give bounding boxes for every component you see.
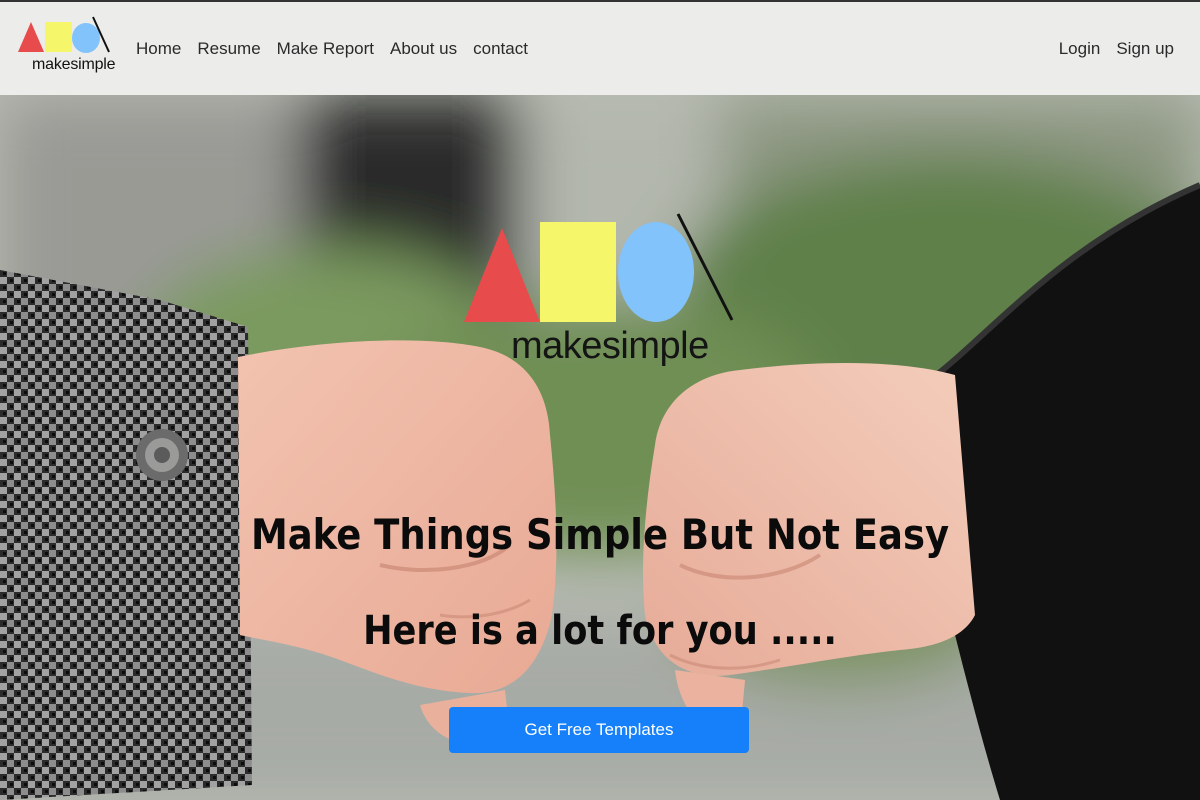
nav-make-report-link[interactable]: Make Report [269,39,382,59]
auth-links: Login Sign up [1051,39,1182,59]
nav-about-us-link[interactable]: About us [382,39,465,59]
get-free-templates-button[interactable]: Get Free Templates [449,707,749,753]
navbar: makesimple Home Resume Make Report About… [0,0,1200,95]
brand-logo[interactable]: makesimple [18,14,116,84]
hero-logo-text: makesimple [511,325,709,367]
hero-section: makesimple Make Things Simple But Not Ea… [0,95,1200,800]
login-link[interactable]: Login [1051,39,1109,59]
nav-contact-link[interactable]: contact [465,39,536,59]
nav-home-link[interactable]: Home [128,39,189,59]
hero-subheadline: Here is a lot for you ..... [363,608,837,654]
hero-headline: Make Things Simple But Not Easy [250,510,950,559]
nav-resume-link[interactable]: Resume [189,39,268,59]
brand-name: makesimple [32,55,116,73]
signup-link[interactable]: Sign up [1108,39,1182,59]
nav-links: Home Resume Make Report About us contact [128,39,536,59]
hero-background-image [0,95,1200,800]
